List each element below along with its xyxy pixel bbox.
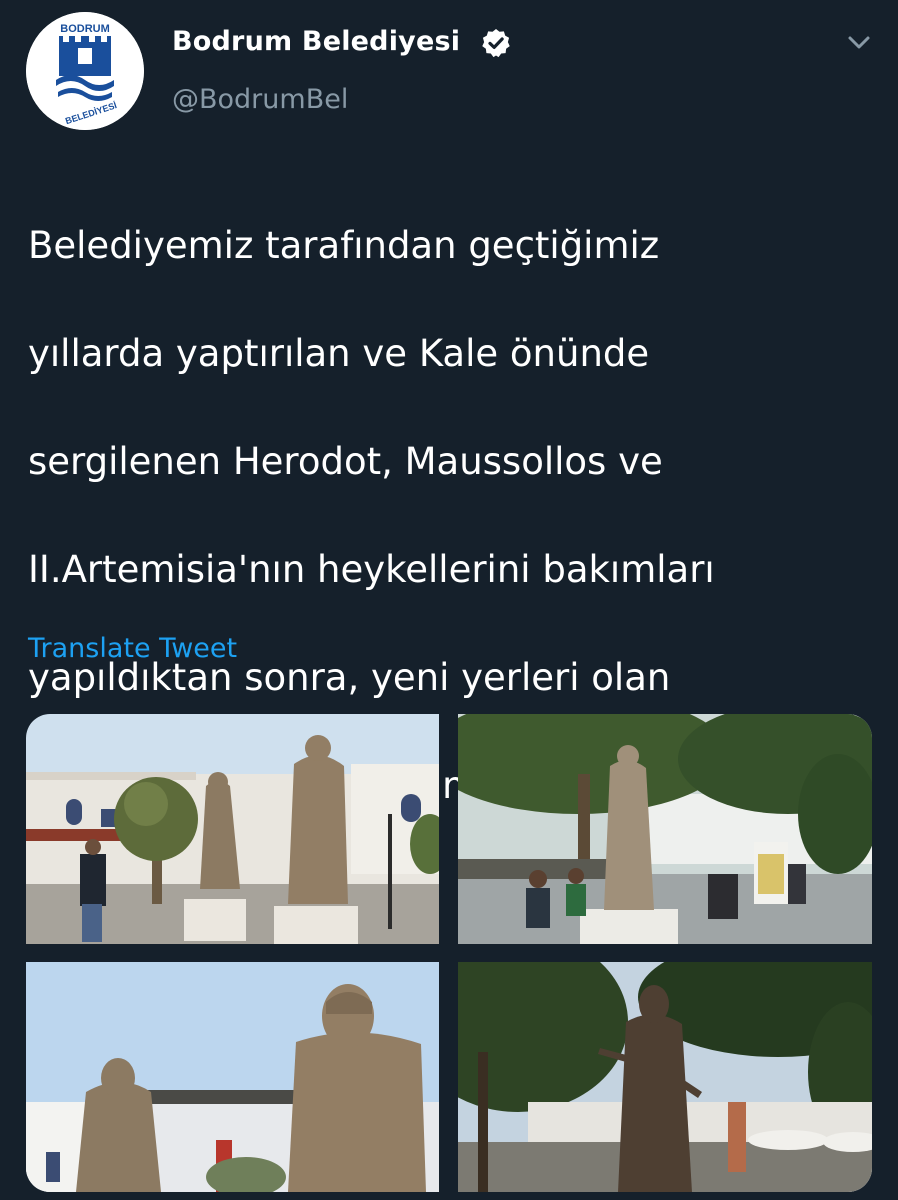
statues-closeup-photo[interactable] bbox=[26, 962, 439, 1192]
chevron-down-icon[interactable] bbox=[845, 32, 873, 54]
avatar[interactable]: BODRUM BELEDİYESİ bbox=[26, 12, 144, 130]
tweet-text-line: Belediyemiz tarafından geçtiğimiz bbox=[28, 224, 660, 267]
display-name[interactable]: Bodrum Belediyesi bbox=[172, 26, 460, 57]
verified-badge-icon bbox=[482, 29, 510, 58]
tweet-text-line: yıllarda yaptırılan ve Kale önünde bbox=[28, 332, 650, 375]
statue-under-trees-photo[interactable] bbox=[458, 714, 872, 944]
statues-in-square-photo[interactable] bbox=[26, 714, 439, 944]
tweet-text-line: II.Artemisia'nın heykellerini bakımları bbox=[28, 548, 715, 591]
statue-silhouette-photo[interactable] bbox=[458, 962, 872, 1192]
bodrum-belediyesi-logo: BODRUM BELEDİYESİ bbox=[26, 12, 144, 130]
handle[interactable]: @BodrumBel bbox=[172, 84, 348, 115]
translate-tweet-link[interactable]: Translate Tweet bbox=[28, 633, 237, 664]
svg-text:BODRUM: BODRUM bbox=[60, 23, 110, 35]
tweet-text-line: sergilenen Herodot, Maussollos ve bbox=[28, 440, 663, 483]
media-grid bbox=[26, 714, 872, 1192]
